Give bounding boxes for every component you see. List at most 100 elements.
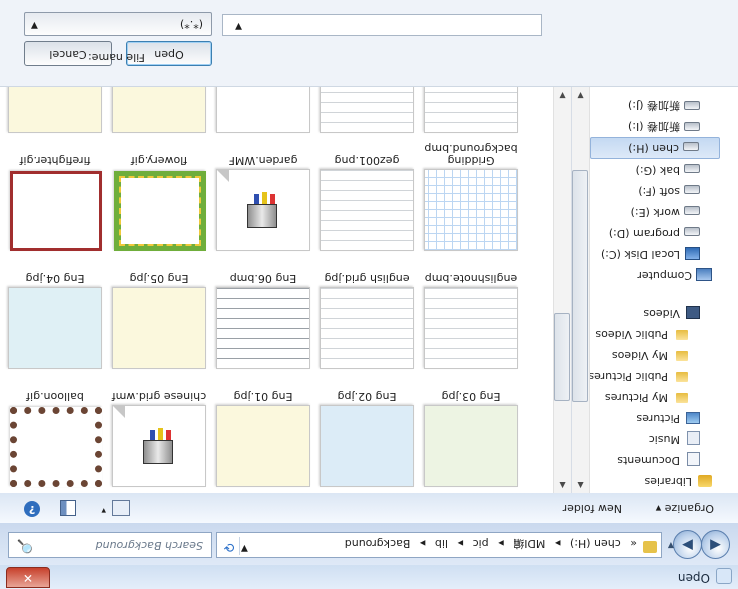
search-box[interactable]: Search Background 🔍 — [8, 532, 212, 558]
file-tile[interactable]: gez001.png — [315, 141, 419, 255]
file-tile[interactable]: englishnote.bmp — [419, 259, 523, 373]
file-tile[interactable] — [3, 87, 107, 137]
file-tile[interactable]: Eng 04.jpg — [3, 259, 107, 373]
breadcrumb-separator[interactable]: ▸ — [498, 537, 504, 550]
file-name: chinese grid.wmf — [111, 390, 207, 403]
file-name: Eng 01.jpg — [233, 390, 293, 403]
app-icon — [716, 568, 732, 584]
file-thumbnail — [112, 287, 206, 369]
nav-item-label: program (D:) — [608, 227, 680, 240]
search-input[interactable]: Search Background — [96, 539, 203, 552]
file-tile[interactable]: Eng 06.bmp — [211, 259, 315, 373]
nav-item-label: chen (H:) — [628, 142, 679, 155]
file-thumbnail — [112, 87, 206, 133]
breadcrumb-separator[interactable]: ▸ — [555, 537, 561, 550]
nav-item-label: Computer — [637, 269, 692, 282]
nav-item-music[interactable]: Music — [571, 429, 700, 449]
file-tile[interactable]: flowery.gif — [107, 141, 211, 255]
file-name-input[interactable] — [222, 14, 542, 36]
file-tile[interactable]: garden.WMF — [211, 141, 315, 255]
nav-item-work-e[interactable]: work (E:) — [571, 202, 700, 222]
file-name-label: File name: — [88, 51, 145, 64]
folder-icon — [676, 351, 688, 361]
chevron-down-icon: ▼ — [31, 20, 38, 30]
file-tile[interactable]: firefighter.gif — [3, 141, 107, 255]
breadcrumb-item[interactable]: chen (H:) — [570, 537, 621, 550]
scroll-down-arrow[interactable]: ▼ — [573, 87, 588, 103]
file-tile[interactable] — [107, 87, 211, 137]
file-name-dropdown-icon[interactable]: ▼ — [235, 21, 242, 31]
command-bar: Organize ▾ New folder ▾ ? — [0, 492, 738, 523]
file-thumbnail — [424, 87, 518, 133]
preview-pane-icon[interactable] — [60, 500, 76, 516]
nav-item-computer[interactable]: Computer — [571, 265, 712, 285]
nav-item-local-disk-c[interactable]: Local Disk (C:) — [571, 244, 700, 264]
address-dropdown-icon[interactable]: ▼ — [241, 543, 248, 553]
breadcrumb-item[interactable]: Background — [345, 537, 411, 550]
address-bar[interactable]: « chen (H:) ▸ MDI编 ▸ pic ▸ lib ▸ Backgro… — [216, 532, 662, 558]
navigation-bar: ◀ ▶ ▼ « chen (H:) ▸ MDI编 ▸ pic ▸ lib ▸ B… — [0, 522, 738, 565]
back-button[interactable]: ◀ — [701, 530, 730, 559]
nav-item-label: Libraries — [644, 475, 692, 488]
nav-item-soft-f[interactable]: soft (F:) — [571, 181, 700, 201]
videos-icon — [686, 306, 700, 319]
file-tile[interactable]: Gridding background.bmp — [419, 141, 523, 255]
nav-item-documents[interactable]: Documents — [571, 450, 700, 470]
file-tile[interactable] — [211, 87, 315, 137]
file-tile[interactable]: Eng 03.jpg — [419, 377, 523, 491]
nav-item-volume-i[interactable]: 新加卷 (I:) — [571, 118, 700, 138]
nav-item-volume-j[interactable]: 新加卷 (J:) — [571, 97, 700, 117]
drive-icon — [685, 247, 700, 260]
change-view-icon[interactable] — [112, 500, 130, 516]
scroll-thumb[interactable] — [572, 170, 588, 402]
view-options-arrow[interactable]: ▾ — [101, 505, 106, 515]
nav-item-label: My Videos — [611, 349, 668, 362]
close-button[interactable]: ✕ — [6, 567, 50, 588]
nav-item-label: My Pictures — [604, 391, 668, 404]
breadcrumb-overflow[interactable]: « — [630, 537, 637, 550]
dialog-footer: Open Cancel File name: ▼ (*.*) ▼ — [0, 0, 738, 87]
refresh-icon[interactable]: ⟳ — [219, 537, 240, 555]
nav-item-label: Public Pictures — [588, 370, 668, 383]
scroll-up-arrow[interactable]: ▲ — [573, 477, 588, 493]
file-tile[interactable]: chinese grid.wmf — [107, 377, 211, 491]
file-tile[interactable]: balloon.gif — [3, 377, 107, 491]
file-thumbnail — [216, 169, 310, 251]
file-scrollbar[interactable]: ▲ ▼ — [553, 87, 571, 493]
organize-button[interactable]: Organize ▾ — [656, 502, 714, 515]
music-icon — [687, 431, 700, 445]
breadcrumb-item[interactable]: pic — [473, 537, 489, 550]
forward-button[interactable]: ▶ — [673, 530, 702, 559]
help-icon[interactable]: ? — [24, 501, 40, 517]
nav-item-chen-h[interactable]: chen (H:) — [590, 137, 720, 159]
file-thumbnail — [112, 405, 206, 487]
nav-item-pictures[interactable]: Pictures — [571, 408, 700, 428]
nav-item-videos[interactable]: Videos — [571, 303, 700, 323]
file-tile[interactable]: Eng 02.jpg — [315, 377, 419, 491]
file-thumbnail — [8, 287, 102, 369]
file-tile[interactable]: english grid.jpg — [315, 259, 419, 373]
file-thumbnail — [320, 169, 414, 251]
recent-locations-button[interactable]: ▼ — [668, 541, 674, 550]
scroll-thumb[interactable] — [554, 313, 570, 401]
file-tile[interactable] — [315, 87, 419, 137]
file-tile[interactable]: Eng 05.jpg — [107, 259, 211, 373]
nav-item-bak-g[interactable]: bak (G:) — [571, 160, 700, 180]
file-type-select[interactable]: (*.*) ▼ — [24, 12, 212, 36]
file-tile[interactable]: Eng 01.jpg — [211, 377, 315, 491]
breadcrumb-separator[interactable]: ▸ — [420, 537, 426, 550]
new-folder-button[interactable]: New folder — [563, 502, 622, 515]
nav-scrollbar[interactable]: ▲ ▼ — [572, 87, 590, 493]
breadcrumb-item[interactable]: lib — [435, 537, 448, 550]
file-tile[interactable] — [419, 87, 523, 137]
scroll-up-arrow[interactable]: ▲ — [555, 477, 570, 493]
file-name: Eng 02.jpg — [337, 390, 397, 403]
scroll-down-arrow[interactable]: ▼ — [555, 87, 570, 103]
breadcrumb-separator[interactable]: ▸ — [458, 537, 464, 550]
nav-item-program-d[interactable]: program (D:) — [571, 223, 700, 243]
window-title: Open — [677, 571, 710, 585]
nav-item-libraries[interactable]: Libraries — [571, 471, 712, 491]
breadcrumb-item[interactable]: MDI编 — [513, 537, 545, 550]
wmf-graphic-icon — [139, 424, 179, 468]
file-thumbnail — [10, 171, 102, 251]
